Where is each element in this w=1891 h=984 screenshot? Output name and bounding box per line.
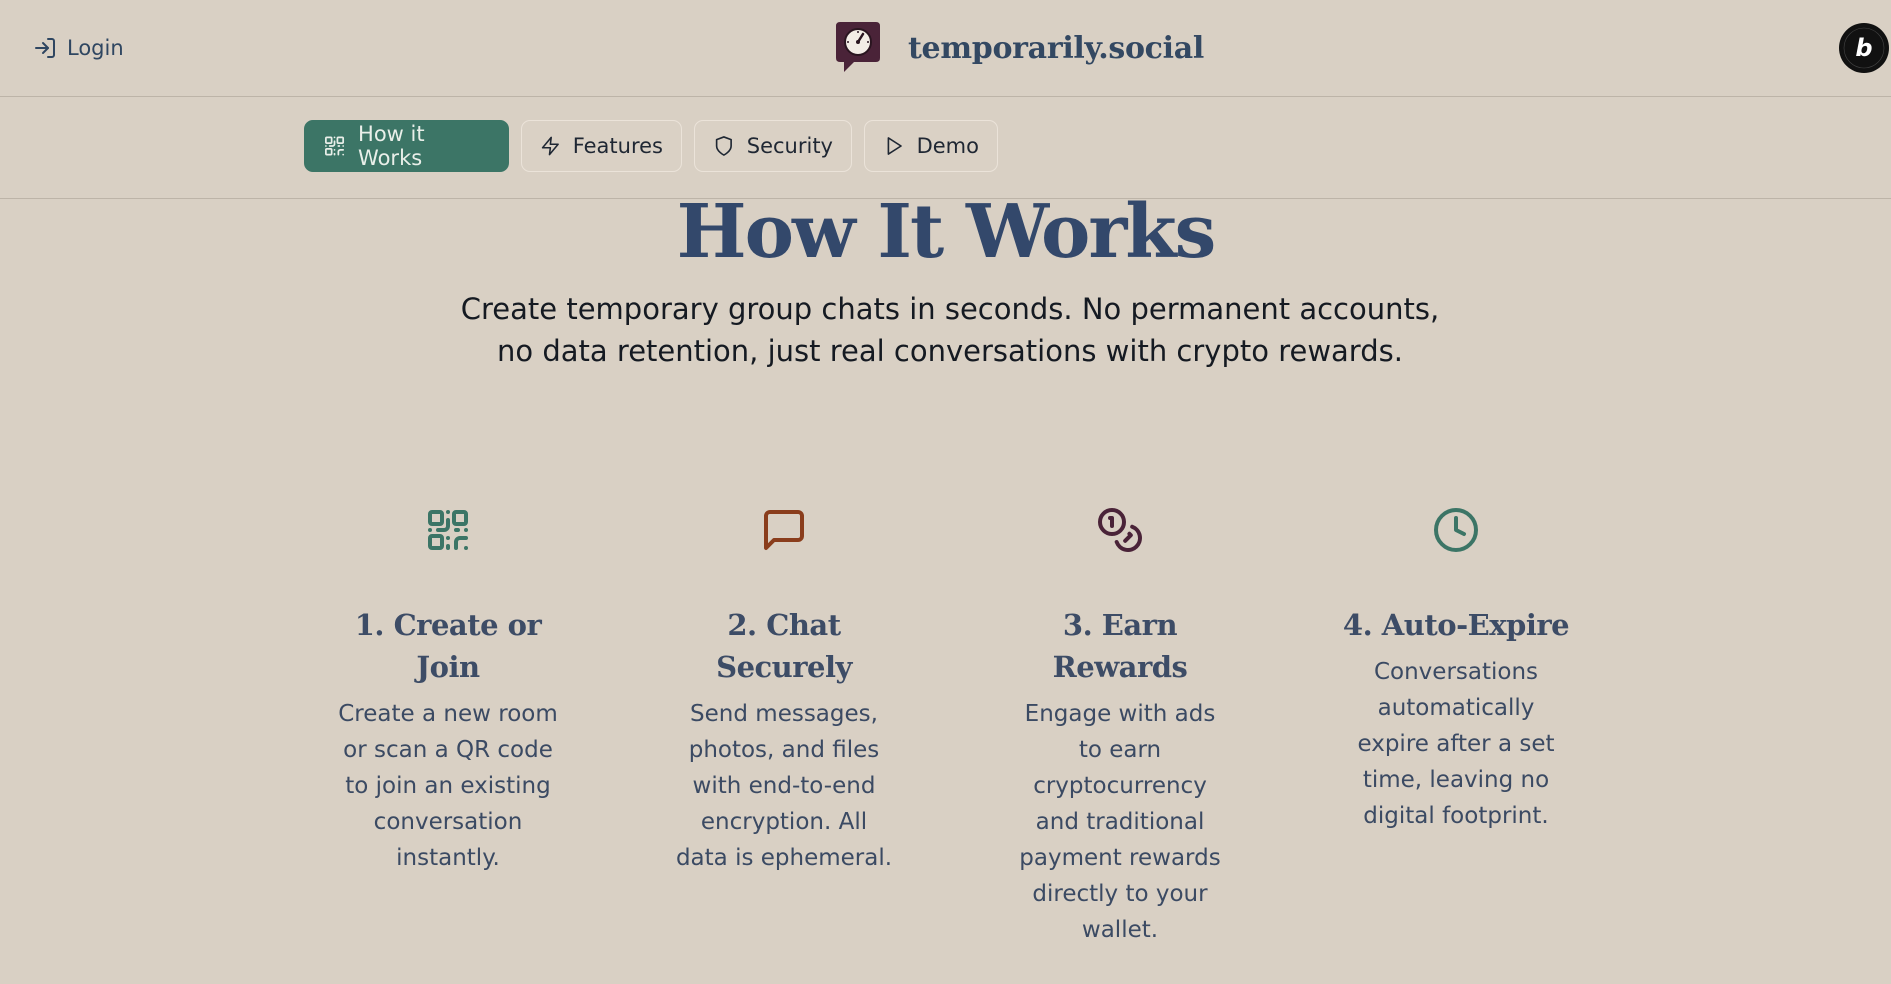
step-chat-securely: 2. Chat Securely Send messages, photos, … <box>664 500 904 876</box>
login-button[interactable]: Login <box>33 32 124 64</box>
step-title: 4. Auto-Expire <box>1342 608 1570 642</box>
step-description: Engage with ads to earn cryptocurrency a… <box>1019 701 1221 943</box>
lightning-icon <box>541 136 559 156</box>
tab-security[interactable]: Security <box>694 120 852 172</box>
tab-demo[interactable]: Demo <box>864 120 998 172</box>
tab-label: How it Works <box>358 122 425 170</box>
message-square-icon <box>764 510 804 550</box>
brand[interactable]: temporarily.social <box>830 20 1204 76</box>
brand-name: temporarily.social <box>908 30 1204 66</box>
section-nav: How it Works Features Security Demo <box>0 97 1891 199</box>
tab-label: Security <box>746 134 833 158</box>
bolt-logo-icon: b <box>1840 24 1888 72</box>
step-earn-rewards: 3. Earn Rewards Engage with ads to earn … <box>1000 500 1240 948</box>
step-description: Send messages, photos, and files with en… <box>675 701 893 871</box>
play-icon <box>887 137 902 155</box>
step-title: 1. Create or Join <box>354 608 542 684</box>
top-header: Login temporarily.social b <box>0 0 1891 97</box>
qr-code-icon <box>325 136 345 156</box>
shield-icon <box>715 136 732 156</box>
page-title: How It Works <box>676 189 1217 275</box>
tab-label: Features <box>572 134 663 158</box>
tab-label: Demo <box>916 134 979 158</box>
log-in-icon <box>35 38 55 58</box>
step-create-or-join: 1. Create or Join Create a new room or s… <box>328 500 568 876</box>
step-auto-expire: 4. Auto-Expire Conversations automatical… <box>1336 500 1576 834</box>
login-label: Login <box>67 36 124 60</box>
page-subtitle: Create temporary group chats in seconds.… <box>460 292 1440 368</box>
coins-icon <box>1098 508 1142 552</box>
step-title: 2. Chat Securely <box>716 608 852 684</box>
tab-how-it-works[interactable]: How it Works <box>304 120 509 172</box>
qr-code-icon <box>428 510 468 551</box>
chat-clock-logo-icon <box>836 22 880 72</box>
step-title: 3. Earn Rewards <box>1052 608 1188 684</box>
step-description: Conversations automatically expire after… <box>1357 659 1555 829</box>
step-description: Create a new room or scan a QR code to j… <box>338 701 558 871</box>
bolt-badge[interactable]: b <box>1839 23 1889 73</box>
svg-text:b: b <box>1855 34 1872 62</box>
tab-features[interactable]: Features <box>521 120 682 172</box>
clock-icon <box>1434 508 1478 552</box>
